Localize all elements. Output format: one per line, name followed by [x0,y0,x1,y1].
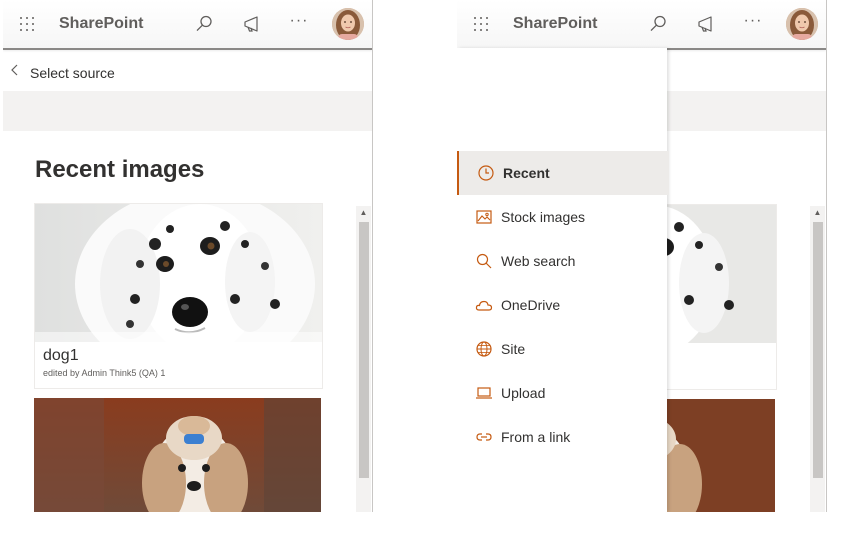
source-menu: Recent Stock images Web search OneDrive [457,48,669,512]
menu-label: Recent [503,165,550,181]
menu-item-upload[interactable]: Upload [457,371,667,415]
scroll-up-icon[interactable]: ▲ [810,206,825,220]
image-picker-panel-menu-open: SharePoint ··· ▲ Recent Stock images Web… [457,0,827,512]
dalmatian-thumbnail [35,204,322,342]
menu-item-site[interactable]: Site [457,327,667,371]
menu-item-web-search[interactable]: Web search [457,239,667,283]
menu-item-recent[interactable]: Recent [457,151,669,195]
image-subtitle: edited by Admin Think5 (QA) 1 [43,368,166,378]
avatar[interactable] [332,8,364,40]
scroll-up-icon[interactable]: ▲ [356,206,371,220]
suite-header: SharePoint ··· [457,0,826,50]
more-icon[interactable]: ··· [287,12,311,32]
laptop-icon [476,387,492,399]
search-icon[interactable] [648,14,668,34]
menu-label: Upload [501,385,546,401]
suite-header: SharePoint ··· [3,0,372,50]
chevron-left-icon [11,64,18,76]
scrollbar[interactable]: ▲ [810,206,825,512]
menu-label: Web search [501,253,576,269]
section-title: Recent images [35,156,205,183]
menu-item-onedrive[interactable]: OneDrive [457,283,667,327]
app-brand[interactable]: SharePoint [59,15,143,33]
globe-icon [476,341,492,357]
shih-tzu-thumbnail [34,398,321,512]
image-card[interactable]: dog1 edited by Admin Think5 (QA) 1 [34,203,323,389]
search-icon [476,253,492,269]
app-brand[interactable]: SharePoint [513,15,597,33]
waffle-icon[interactable] [19,16,35,32]
image-picker-panel: SharePoint ··· Select source Recent imag… [3,0,373,512]
menu-label: Site [501,341,526,357]
back-label: Select source [30,65,115,81]
search-icon[interactable] [194,14,214,34]
image-card[interactable] [34,398,321,512]
avatar[interactable] [786,8,818,40]
menu-label: OneDrive [501,297,561,313]
clock-icon [478,165,494,181]
megaphone-icon[interactable] [696,14,716,34]
link-icon [476,433,492,441]
select-source-back[interactable]: Select source [3,60,303,84]
menu-item-from-a-link[interactable]: From a link [457,415,667,459]
image-icon [476,210,492,224]
cloud-icon [475,300,493,311]
scrollbar[interactable]: ▲ [356,206,371,512]
menu-item-stock-images[interactable]: Stock images [457,195,667,239]
menu-label: Stock images [501,209,586,225]
megaphone-icon[interactable] [242,14,262,34]
image-title: dog1 [43,347,79,364]
waffle-icon[interactable] [473,16,489,32]
scroll-thumb[interactable] [359,222,369,478]
scroll-thumb[interactable] [813,222,823,478]
menu-label: From a link [501,429,571,445]
header-band [3,91,372,131]
more-icon[interactable]: ··· [741,12,765,32]
